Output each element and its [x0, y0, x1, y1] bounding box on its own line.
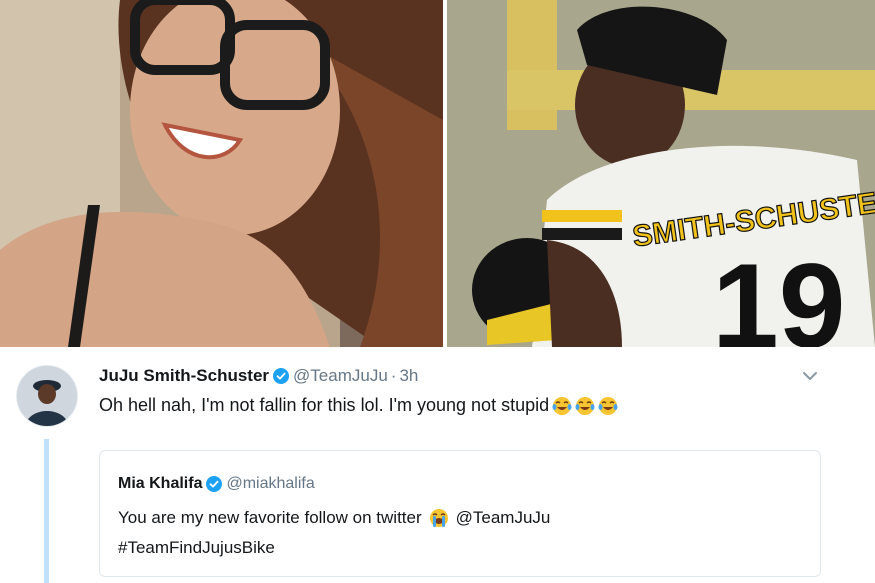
tweet-text-content: Oh hell nah, I'm not fallin for this lol…	[99, 395, 550, 415]
quoted-author-name[interactable]: Mia Khalifa	[118, 475, 202, 493]
football-player-photo: SMITH-SCHUSTER 19	[447, 0, 875, 347]
hashtag-link[interactable]: #TeamFindJujusBike	[118, 538, 275, 558]
tweet-card[interactable]: JuJu Smith-Schuster @TeamJuJu · 3h Oh he…	[0, 347, 875, 583]
tweet-text: Oh hell nah, I'm not fallin for this lol…	[99, 395, 618, 416]
mention-link[interactable]: @TeamJuJu	[456, 508, 551, 528]
avatar[interactable]	[16, 365, 78, 427]
quoted-author-handle[interactable]: @miakhalifa	[226, 475, 314, 493]
thread-line	[44, 439, 49, 583]
verified-badge-icon	[206, 476, 223, 492]
quoted-tweet[interactable]: Mia Khalifa @miakhalifa You are my new f…	[99, 450, 821, 577]
author-handle[interactable]: @TeamJuJu	[293, 366, 388, 386]
tears-of-joy-emoji-icon	[575, 396, 595, 416]
quoted-tweet-header: Mia Khalifa @miakhalifa	[118, 475, 315, 493]
quoted-text-before-emoji: You are my new favorite follow on twitte…	[118, 508, 422, 527]
tears-of-joy-emoji-icon	[552, 396, 572, 416]
loudly-crying-emoji-icon	[428, 508, 450, 528]
separator-dot: ·	[390, 366, 397, 385]
chevron-down-icon[interactable]	[802, 369, 818, 381]
jersey-number: 19	[712, 239, 845, 347]
quoted-tweet-text: You are my new favorite follow on twitte…	[118, 508, 550, 528]
tears-of-joy-emoji-icon	[598, 396, 618, 416]
verified-badge-icon	[273, 368, 290, 384]
tweet-timestamp[interactable]: 3h	[399, 366, 418, 386]
photo-row: SMITH-SCHUSTER 19	[0, 0, 875, 347]
author-name[interactable]: JuJu Smith-Schuster	[99, 366, 269, 386]
woman-portrait-photo	[0, 0, 443, 347]
tweet-header: JuJu Smith-Schuster @TeamJuJu · 3h	[99, 365, 418, 387]
